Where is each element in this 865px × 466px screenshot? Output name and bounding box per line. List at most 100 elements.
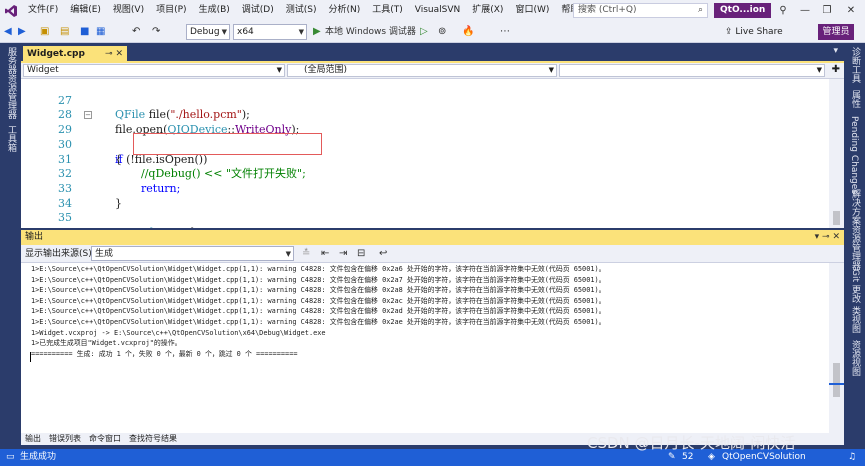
tab-command-window[interactable]: 命令窗口 xyxy=(85,433,125,445)
class-view-tab[interactable]: 类视图 xyxy=(849,306,862,333)
member-dropdown[interactable]: (全局范围) ▼ xyxy=(287,64,557,77)
menu-build[interactable]: 生成(B) xyxy=(193,0,236,21)
member-value: (全局范围) xyxy=(304,65,348,75)
output-line: 1>E:\Source\c++\QtOpenCVSolution\Widget\… xyxy=(31,286,606,295)
menu-window[interactable]: 窗口(W) xyxy=(509,0,555,21)
line-number: 36 xyxy=(48,226,72,228)
tab-widget-cpp[interactable]: Widget.cpp ⊸ ✕ xyxy=(23,46,127,63)
tab-output[interactable]: 输出 xyxy=(21,433,45,445)
output-panel-header: 输出 ▾ ⊸ ✕ xyxy=(21,230,844,245)
output-text-area[interactable]: 1>E:\Source\c++\QtOpenCVSolution\Widget\… xyxy=(21,263,844,433)
minimize-button[interactable]: — xyxy=(794,0,816,21)
menu-project[interactable]: 项目(P) xyxy=(150,0,192,21)
pin-icon[interactable]: ⊸ xyxy=(822,232,830,242)
scope-value: Widget xyxy=(27,65,59,75)
code-line: 29 − if (!file.isOpen()) xyxy=(21,108,829,166)
properties-tab[interactable]: 属性 xyxy=(849,90,862,108)
resource-view-tab[interactable]: 资源视图 xyxy=(849,340,862,376)
menu-bar: 文件(F) 编辑(E) 视图(V) 项目(P) 生成(B) 调试(D) 测试(S… xyxy=(0,0,865,21)
menu-edit[interactable]: 编辑(E) xyxy=(64,0,107,21)
hot-reload-icon[interactable]: 🔥 xyxy=(462,25,474,39)
output-source-value: 生成 xyxy=(95,249,114,259)
clear-all-icon[interactable]: ⊟ xyxy=(357,247,365,261)
server-explorer-tab[interactable]: 服务器资源管理器 xyxy=(5,47,18,119)
close-icon[interactable]: ✕ xyxy=(832,232,840,242)
live-share-button[interactable]: ⇪ Live Share xyxy=(725,25,783,39)
function-dropdown[interactable]: ▼ xyxy=(559,64,825,77)
menu-analyze[interactable]: 分析(N) xyxy=(322,0,366,21)
left-tool-rail: 服务器资源管理器 工具箱 xyxy=(0,43,21,445)
open-folder-icon[interactable]: ▤ xyxy=(60,25,69,39)
save-all-icon[interactable]: ▦ xyxy=(96,25,105,39)
menu-file[interactable]: 文件(F) xyxy=(22,0,64,21)
go-to-previous-icon[interactable]: ≛ xyxy=(302,247,310,261)
output-line: 1>E:\Source\c++\QtOpenCVSolution\Widget\… xyxy=(31,265,606,273)
scrollbar-thumb[interactable] xyxy=(833,363,840,397)
tab-list-chevron-icon[interactable]: ▾ xyxy=(833,46,838,56)
undo-icon[interactable]: ↶ xyxy=(132,25,140,39)
split-icon[interactable]: ✚ xyxy=(832,64,840,75)
tab-label: Widget.cpp xyxy=(27,49,85,59)
menu-tools[interactable]: 工具(T) xyxy=(366,0,409,21)
chevron-down-icon: ▼ xyxy=(816,66,822,74)
scrollbar-thumb[interactable] xyxy=(833,211,840,225)
output-title: 输出 xyxy=(25,232,44,242)
toolbox-tab[interactable]: 工具箱 xyxy=(5,125,18,152)
find-next-icon[interactable]: ⇥ xyxy=(339,247,347,261)
configuration-dropdown[interactable]: Debug ▼ xyxy=(186,24,230,40)
menu-visualsvn[interactable]: VisualSVN xyxy=(409,0,466,21)
tab-find-symbol-results[interactable]: 查找符号结果 xyxy=(125,433,181,445)
attach-icon[interactable]: ⊚ xyxy=(438,25,446,39)
menu-extensions[interactable]: 扩展(X) xyxy=(466,0,509,21)
search-input[interactable]: 搜索 (Ctrl+Q) ⌕ xyxy=(573,3,708,18)
chevron-down-icon: ▼ xyxy=(276,66,282,74)
editor-vertical-scrollbar[interactable] xyxy=(829,79,844,228)
close-button[interactable]: ✕ xyxy=(840,0,862,21)
platform-value: x64 xyxy=(237,27,254,37)
output-vertical-scrollbar[interactable] xyxy=(829,263,844,433)
solution-explorer-tab[interactable]: 解决方案资源管理器 xyxy=(849,189,862,270)
start-debugging-button[interactable]: 本地 Windows 调试器 xyxy=(325,25,416,39)
forward-icon[interactable]: ▶ xyxy=(18,25,26,39)
code-line: 28 file.open(QIODevice::WriteOnly); xyxy=(21,94,829,136)
find-message-icon[interactable]: ⇤ xyxy=(321,247,329,261)
text-caret xyxy=(30,352,31,362)
notification-bell-icon[interactable]: ♫ xyxy=(848,449,856,466)
window-position-icon[interactable]: ▾ xyxy=(815,232,820,242)
menu-debug[interactable]: 调试(D) xyxy=(236,0,280,21)
highlight-annotation-box xyxy=(133,133,322,155)
output-source-label: 显示输出来源(S): xyxy=(25,249,95,259)
pin-icon[interactable]: ⊸ xyxy=(105,49,113,59)
new-project-icon[interactable]: ▣ xyxy=(40,25,49,39)
code-line: 35 AVPacket packet; xyxy=(21,197,829,228)
admin-button[interactable]: 管理员 xyxy=(818,24,854,40)
output-line: ========== 生成: 成功 1 个，失败 0 个，最新 0 个，跳过 0… xyxy=(31,349,298,358)
code-text: AVPacket packet; xyxy=(115,226,212,228)
status-build-icon: ▭ xyxy=(6,452,15,462)
menu-view[interactable]: 视图(V) xyxy=(107,0,150,21)
tab-error-list[interactable]: 错误列表 xyxy=(45,433,85,445)
status-text: 生成成功 xyxy=(20,452,57,462)
toolbar-overflow-icon[interactable]: ⋯ xyxy=(500,25,510,39)
solution-name-badge[interactable]: QtO...ion xyxy=(714,3,772,18)
redo-icon[interactable]: ↷ xyxy=(152,25,160,39)
chevron-down-icon: ▼ xyxy=(285,250,291,258)
git-changes-tab[interactable]: Git 更改 xyxy=(849,269,862,303)
back-icon[interactable]: ◀ xyxy=(4,25,12,39)
word-wrap-icon[interactable]: ↩ xyxy=(379,247,387,261)
start-without-debugging-icon[interactable]: ▷ xyxy=(420,25,428,39)
platform-dropdown[interactable]: x64 ▼ xyxy=(233,24,307,40)
output-source-dropdown[interactable]: 生成 ▼ xyxy=(91,246,294,261)
diagnostic-tools-tab[interactable]: 诊断工具 xyxy=(849,47,862,83)
notification-icon[interactable]: ⚲ xyxy=(772,0,794,21)
close-icon[interactable]: ✕ xyxy=(115,49,123,59)
start-debugging-icon[interactable]: ▶ xyxy=(313,25,321,39)
collapse-icon[interactable]: − xyxy=(84,111,92,120)
menu-test[interactable]: 测试(S) xyxy=(280,0,323,21)
save-icon[interactable]: ■ xyxy=(80,25,89,39)
pending-changes-tab[interactable]: Pending Changes xyxy=(849,116,859,194)
restore-button[interactable]: ❐ xyxy=(816,0,838,21)
scope-dropdown[interactable]: Widget ▼ xyxy=(23,64,285,77)
standard-toolbar: ◀ ▶ ▣ ▤ ■ ▦ ↶ ↷ Debug ▼ x64 ▼ ▶ 本地 Windo… xyxy=(0,21,865,43)
code-editor[interactable]: 27 QFile file("./hello.pcm"); 28 file.op… xyxy=(21,79,844,228)
